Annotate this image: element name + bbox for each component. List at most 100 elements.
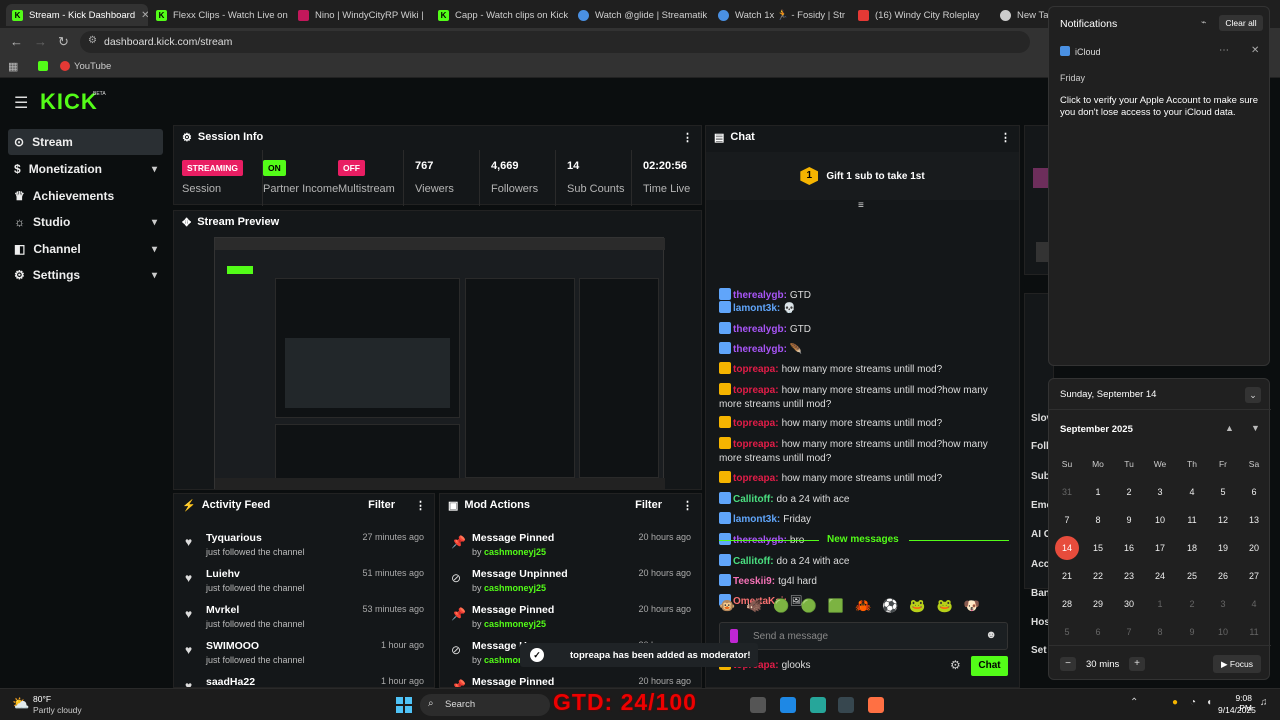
chat-message[interactable]: lamont3k: 💀 (719, 301, 1009, 316)
microphone-icon[interactable]: ● (1172, 697, 1178, 708)
calendar-day[interactable]: 20 (1242, 536, 1266, 560)
more-options-icon[interactable]: ⋯ (1219, 45, 1229, 56)
taskbar-search[interactable]: ⌕ Search (420, 694, 550, 716)
chat-message[interactable]: Teeskii9: tg4l hard (719, 574, 1009, 589)
emote-icon[interactable]: 🦀 (855, 598, 871, 618)
calendar-day[interactable]: 23 (1117, 564, 1141, 588)
chat-username[interactable]: topreapa: (733, 439, 779, 450)
clock-date[interactable]: 9/14/2025 (1218, 705, 1256, 715)
calendar-day[interactable]: 18 (1180, 536, 1204, 560)
notification-message[interactable]: Click to verify your Apple Account to ma… (1060, 95, 1260, 119)
apps-grid-icon[interactable]: ▦ (8, 60, 18, 73)
calendar-day[interactable]: 1 (1148, 592, 1172, 616)
chat-username[interactable]: therealygb: (733, 324, 787, 335)
notification-bell-icon[interactable]: ♫ (1260, 697, 1268, 708)
calendar-day[interactable]: 25 (1180, 564, 1204, 588)
calendar-day[interactable]: 12 (1211, 508, 1235, 532)
calendar-day[interactable]: 21 (1055, 564, 1079, 588)
decrease-focus-button[interactable]: − (1060, 657, 1076, 671)
weather-icon[interactable]: ⛅ (12, 695, 29, 712)
expand-pinned-icon[interactable]: ≡ (858, 200, 864, 211)
emote-icon[interactable]: 🐸 (909, 598, 925, 618)
chat-message[interactable]: topreapa: how many more streams untill mo… (719, 437, 1009, 466)
app-icon[interactable] (810, 697, 826, 713)
sidebar-item-settings[interactable]: ⚙ Settings ▾ (8, 262, 163, 288)
increase-focus-button[interactable]: + (1129, 657, 1145, 671)
more-icon[interactable]: ⋮ (1000, 131, 1011, 144)
wifi-icon[interactable]: ◔ (1190, 697, 1196, 708)
prev-month-icon[interactable]: ▲ (1225, 423, 1234, 433)
calendar-day[interactable]: 1 (1086, 480, 1110, 504)
calendar-day[interactable]: 24 (1148, 564, 1172, 588)
mod-user[interactable]: cashmoneyj25 (484, 619, 546, 629)
mod-user[interactable]: cashmoneyj25 (484, 547, 546, 557)
browser-tab-capp[interactable]: K Capp - Watch clips on Kick (432, 4, 574, 26)
calendar-day[interactable]: 31 (1055, 480, 1079, 504)
emoji-icon[interactable]: ☻ (985, 629, 997, 641)
chat-settings-icon[interactable]: ⚙ (950, 658, 961, 672)
calendar-day[interactable]: 28 (1055, 592, 1079, 616)
chat-username[interactable]: therealygb: (733, 290, 787, 301)
more-icon[interactable]: ⋮ (415, 499, 426, 512)
calendar-day[interactable]: 3 (1148, 480, 1172, 504)
volume-icon[interactable]: ◖ (1206, 697, 1212, 708)
stream-video[interactable] (214, 237, 665, 490)
kick-icon[interactable] (38, 61, 48, 71)
chat-message[interactable]: Callitoff: do a 24 with ace (719, 554, 1009, 569)
close-icon[interactable]: ✕ (141, 10, 148, 21)
chat-username[interactable]: topreapa: (733, 385, 779, 396)
chat-username[interactable]: lamont3k: (733, 514, 780, 525)
browser-tab-fosidy[interactable]: Watch 1x 🏃 - Fosidy | Str (712, 4, 854, 26)
emote-icon[interactable]: 🟩 (828, 598, 844, 618)
filter-button[interactable]: Filter (368, 499, 395, 511)
mod-user[interactable]: cashmon (484, 655, 524, 665)
chat-username[interactable]: lamont3k: (733, 303, 780, 314)
calendar-day[interactable]: 29 (1086, 592, 1110, 616)
calendar-day[interactable]: 14 (1055, 536, 1079, 560)
sidebar-item-studio[interactable]: ☼ Studio ▾ (8, 209, 163, 235)
windows-start-icon[interactable] (396, 697, 412, 713)
calendar-day[interactable]: 9 (1117, 508, 1141, 532)
emote-icon[interactable]: 🐶 (964, 598, 980, 618)
chat-setting-label[interactable]: Acc (1031, 559, 1049, 570)
calendar-day[interactable]: 2 (1180, 592, 1204, 616)
site-info-icon[interactable]: ⚙ (88, 35, 97, 46)
app-icon[interactable] (868, 697, 884, 713)
chat-message[interactable]: therealygb: GTD (719, 322, 1009, 337)
chat-username[interactable]: Callitoff: (733, 556, 774, 567)
chat-message[interactable]: topreapa: how many more streams untill mo… (719, 383, 1009, 412)
calendar-day[interactable]: 22 (1086, 564, 1110, 588)
settings-app-icon[interactable] (750, 697, 766, 713)
calendar-day[interactable]: 10 (1148, 508, 1172, 532)
chat-username[interactable]: topreapa: (733, 418, 779, 429)
chat-message[interactable]: lamont3k: Friday (719, 512, 1009, 527)
more-icon[interactable]: ⋮ (682, 131, 693, 144)
calendar-day[interactable]: 11 (1242, 620, 1266, 644)
calendar-day[interactable]: 8 (1148, 620, 1172, 644)
calendar-day[interactable]: 30 (1117, 592, 1141, 616)
chat-input[interactable]: Send a message ☻ (719, 622, 1008, 650)
send-chat-button[interactable]: Chat (971, 656, 1008, 676)
calendar-day[interactable]: 6 (1086, 620, 1110, 644)
mod-user[interactable]: cashmoneyj25 (484, 583, 546, 593)
calendar-day[interactable]: 4 (1180, 480, 1204, 504)
emote-icon[interactable]: 🟢 (773, 598, 789, 618)
new-messages-divider[interactable]: New messages (719, 534, 1009, 546)
calendar-day[interactable]: 7 (1055, 508, 1079, 532)
do-not-disturb-icon[interactable]: ⌁ (1201, 17, 1206, 28)
browser-tab-kick-dashboard[interactable]: K Stream - Kick Dashboard ✕ (6, 4, 148, 26)
forward-icon[interactable]: → (34, 34, 47, 49)
url-input[interactable]: ⚙ dashboard.kick.com/stream (80, 31, 1030, 53)
chat-setting-label[interactable]: Set (1031, 645, 1047, 656)
calendar-day[interactable]: 8 (1086, 508, 1110, 532)
calendar-day[interactable]: 2 (1117, 480, 1141, 504)
emote-icon[interactable]: 🐸 (937, 598, 953, 618)
calendar-day[interactable]: 7 (1117, 620, 1141, 644)
calendar-day[interactable]: 6 (1242, 480, 1266, 504)
reload-icon[interactable]: ↻ (58, 34, 69, 50)
chat-username[interactable]: Teeskii9: (733, 576, 775, 587)
tray-overflow-icon[interactable]: ⌃ (1130, 697, 1138, 708)
emote-icon[interactable]: ⚽ (882, 598, 898, 618)
calendar-day[interactable]: 5 (1211, 480, 1235, 504)
calendar-day[interactable]: 16 (1117, 536, 1141, 560)
